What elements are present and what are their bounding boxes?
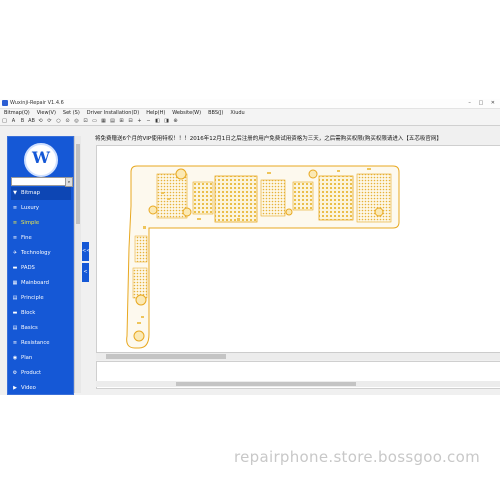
title-bar: Wuxinji-Repair V1.4.6 – □ ✕ bbox=[0, 99, 500, 109]
sidebar-item-plan[interactable]: ◉ Plan bbox=[11, 352, 71, 365]
sidebar-scrollbar[interactable] bbox=[74, 136, 81, 393]
collapse-button[interactable]: < bbox=[82, 263, 89, 282]
sidebar-item-label: Principle bbox=[21, 295, 44, 301]
menu-item[interactable]: Xiudu bbox=[230, 109, 244, 117]
toolbar-button[interactable]: ⟳ bbox=[45, 117, 54, 125]
nav-icon: ▦ bbox=[12, 280, 18, 286]
sidebar-item-label: Fine bbox=[21, 235, 32, 241]
nav-icon: ▤ bbox=[12, 325, 18, 331]
app-window: Wuxinji-Repair V1.4.6 – □ ✕ Bitmap(Q) Vie… bbox=[0, 99, 500, 395]
sidebar-item-basics[interactable]: ▤ Basics bbox=[11, 322, 71, 335]
pcb-layout-image bbox=[126, 165, 400, 349]
toolbar-button[interactable]: ▭ bbox=[90, 117, 99, 125]
panel-scrollbar[interactable] bbox=[96, 381, 500, 387]
menu-bar: Bitmap(Q) View(V) Set (S) Driver Installati… bbox=[0, 109, 500, 117]
menu-item[interactable]: Bitmap(Q) bbox=[4, 109, 30, 117]
sidebar-item-luxury[interactable]: ≡ Luxury bbox=[11, 202, 71, 215]
toolbar-button[interactable]: ⟲ bbox=[36, 117, 45, 125]
nav-icon: ⚙ bbox=[12, 370, 18, 376]
toolbar-button[interactable]: ⊙ bbox=[63, 117, 72, 125]
sidebar: W ⌕ ▼ Bitmap ≡ Luxury ≡ Simple ≡ Fine ✈ Technolog… bbox=[7, 136, 74, 395]
sidebar-item-pads[interactable]: ▬ PADS bbox=[11, 262, 71, 275]
scrollbar-thumb[interactable] bbox=[76, 144, 80, 224]
sidebar-item-label: Bitmap bbox=[21, 190, 40, 196]
nav-icon: ◉ bbox=[12, 355, 18, 361]
sidebar-item-video[interactable]: ▶ Video bbox=[11, 382, 71, 395]
sidebar-item-mainboard[interactable]: ▦ Mainboard bbox=[11, 277, 71, 290]
watermark: repairphone.store.bossgoo.com bbox=[234, 448, 480, 466]
sidebar-item-label: Technology bbox=[21, 250, 51, 256]
toolbar-button[interactable]: B bbox=[18, 117, 27, 125]
toolbar-button[interactable]: ⊞ bbox=[117, 117, 126, 125]
sidebar-item-technology[interactable]: ✈ Technology bbox=[11, 247, 71, 260]
menu-item[interactable]: View(V) bbox=[37, 109, 56, 117]
toolbar-button[interactable]: ⊟ bbox=[126, 117, 135, 125]
window-title: Wuxinji-Repair V1.4.6 bbox=[10, 100, 64, 106]
toolbar-button[interactable]: + bbox=[135, 117, 144, 125]
menu-item[interactable]: Set (S) bbox=[63, 109, 80, 117]
menu-item[interactable]: Help(H) bbox=[146, 109, 165, 117]
sidebar-item-label: PADS bbox=[21, 265, 35, 271]
toolbar-button[interactable]: ▦ bbox=[99, 117, 108, 125]
sidebar-item-bitmap[interactable]: ▼ Bitmap bbox=[11, 187, 71, 200]
sidebar-item-label: Block bbox=[21, 310, 36, 316]
sidebar-item-principle[interactable]: ▤ Principle bbox=[11, 292, 71, 305]
nav-icon: ▼ bbox=[13, 190, 17, 196]
app-logo: W bbox=[24, 143, 58, 177]
sidebar-item-label: Video bbox=[21, 385, 36, 391]
sidebar-item-simple[interactable]: ≡ Simple bbox=[11, 217, 71, 230]
nav-icon: ≡ bbox=[12, 340, 18, 346]
nav-icon: ≡ bbox=[12, 220, 18, 226]
notice-text: 将免费赠送6个月的VIP使用特权！！！2016年12月1日之后注册的用户免费试用… bbox=[95, 136, 442, 142]
nav-icon: ▶ bbox=[13, 385, 17, 391]
sidebar-item-fine[interactable]: ≡ Fine bbox=[11, 232, 71, 245]
toolbar-button[interactable]: ▤ bbox=[108, 117, 117, 125]
sidebar-item-label: Simple bbox=[21, 220, 40, 226]
window-controls[interactable]: – □ ✕ bbox=[468, 99, 498, 108]
menu-item[interactable]: BBS(J) bbox=[208, 109, 223, 117]
canvas-scrollbar[interactable] bbox=[96, 352, 500, 360]
nav-icon: ▬ bbox=[12, 265, 18, 271]
toolbar-button[interactable]: − bbox=[144, 117, 153, 125]
toolbar-button[interactable]: AB bbox=[27, 117, 36, 125]
logo-letter: W bbox=[32, 148, 50, 167]
toolbar-button[interactable]: ◧ bbox=[153, 117, 162, 125]
sidebar-item-resistance[interactable]: ≡ Resistance bbox=[11, 337, 71, 350]
toolbar-button[interactable]: ◨ bbox=[162, 117, 171, 125]
sidebar-item-label: Mainboard bbox=[21, 280, 49, 286]
nav-icon: ▤ bbox=[12, 295, 18, 301]
toolbar-button[interactable]: ○ bbox=[54, 117, 63, 125]
toolbar-button[interactable]: ◎ bbox=[72, 117, 81, 125]
nav-icon: ≡ bbox=[12, 205, 18, 211]
sidebar-item-label: Resistance bbox=[21, 340, 50, 346]
menu-item[interactable]: Website(W) bbox=[172, 109, 201, 117]
scrollbar-thumb[interactable] bbox=[106, 354, 226, 359]
sidebar-item-label: Basics bbox=[21, 325, 38, 331]
board-viewer[interactable] bbox=[96, 145, 500, 355]
toolbar-button[interactable]: ⊕ bbox=[171, 117, 180, 125]
nav-icon: ✈ bbox=[12, 250, 18, 256]
toolbar-button[interactable]: A bbox=[9, 117, 18, 125]
sidebar-item-product[interactable]: ⚙ Product bbox=[11, 367, 71, 380]
toolbar-button[interactable]: ⊡ bbox=[81, 117, 90, 125]
toolbar-button[interactable]: □ bbox=[0, 117, 9, 125]
sidebar-item-label: Luxury bbox=[21, 205, 40, 211]
sidebar-item-label: Product bbox=[21, 370, 42, 376]
menu-item[interactable]: Driver Installation(D) bbox=[87, 109, 139, 117]
sidebar-item-block[interactable]: ▬ Block bbox=[11, 307, 71, 320]
search-input[interactable] bbox=[11, 177, 66, 186]
collapse-all-button[interactable]: << bbox=[82, 242, 90, 261]
scrollbar-thumb[interactable] bbox=[176, 382, 356, 386]
search-icon[interactable]: ⌕ bbox=[65, 177, 73, 187]
sidebar-item-label: Plan bbox=[21, 355, 33, 361]
app-icon bbox=[2, 100, 8, 106]
nav-icon: ≡ bbox=[12, 235, 18, 241]
toolbar: □ A B AB ⟲ ⟳ ○ ⊙ ◎ ⊡ ▭ ▦ ▤ ⊞ ⊟ + − ◧ ◨ ⊕ bbox=[0, 117, 500, 126]
nav-icon: ▬ bbox=[12, 310, 18, 316]
